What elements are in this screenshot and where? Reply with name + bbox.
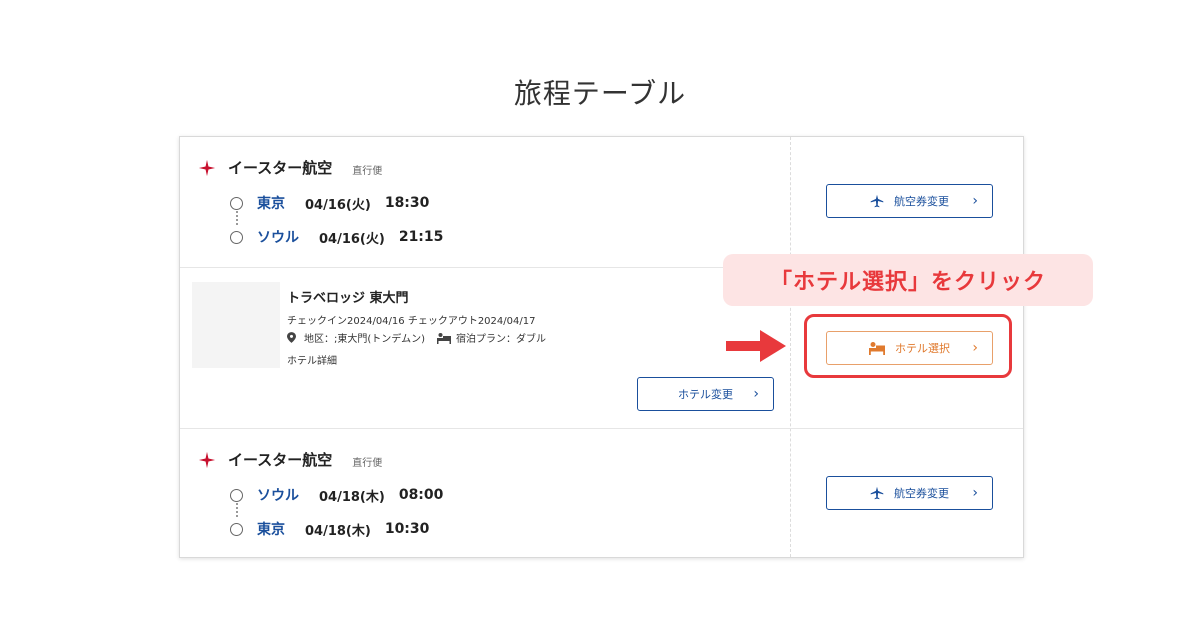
direct-flight-badge: 直行便 [352, 457, 383, 469]
circle-icon [230, 522, 243, 536]
callout-label: 「ホテル選択」をクリック [723, 254, 1093, 306]
hotel-thumbnail [192, 282, 280, 368]
arrival-row: ソウル 04/16(火) 21:15 [230, 227, 443, 247]
arrival-date: 04/18(木) [305, 523, 371, 539]
airline-row: イースター航空 直行便 [198, 157, 382, 178]
hotel-plan: 宿泊プラン：ダブル [455, 334, 546, 345]
direct-flight-badge: 直行便 [352, 165, 383, 177]
arrival-city: 東京 [257, 522, 285, 538]
flight-change-button-outbound[interactable]: 航空券変更 › [826, 184, 993, 218]
hotel-meta: 地区：;東大門(トンデムン) 宿泊プラン：ダブル [287, 330, 546, 345]
flight-section-outbound: イースター航空 直行便 東京 04/16(火) 18:30 ソウル 04/16(… [180, 137, 790, 267]
page-title: 旅程テーブル [513, 77, 687, 110]
arrival-time: 21:15 [398, 229, 444, 245]
circle-icon [230, 488, 243, 502]
departure-time: 18:30 [384, 195, 430, 211]
column-divider [790, 137, 791, 557]
airline-name: イースター航空 [228, 451, 333, 469]
circle-icon [230, 230, 243, 244]
circle-icon [230, 196, 243, 210]
departure-row: 東京 04/16(火) 18:30 [230, 193, 429, 213]
departure-row: ソウル 04/18(木) 08:00 [230, 485, 443, 505]
flight-change-button-return[interactable]: 航空券変更 › [826, 476, 993, 510]
airline-star-icon [198, 159, 216, 176]
departure-date: 04/18(木) [319, 489, 385, 505]
departure-city: ソウル [257, 488, 299, 504]
callout-highlight-box [804, 314, 1012, 378]
hotel-change-label: ホテル変更 [678, 388, 733, 401]
hotel-dates: チェックイン2024/04/16 チェックアウト2024/04/17 [287, 316, 536, 327]
arrival-row: 東京 04/18(木) 10:30 [230, 519, 429, 539]
flight-change-label: 航空券変更 [894, 487, 949, 500]
bed-icon [436, 332, 451, 344]
arrival-city: ソウル [257, 230, 299, 246]
airplane-icon [870, 194, 884, 208]
airline-row: イースター航空 直行便 [198, 449, 382, 470]
route-dots [236, 503, 238, 517]
hotel-area: 地区：;東大門(トンデムン) [304, 334, 425, 345]
airline-star-icon [198, 451, 216, 468]
route-dots [236, 211, 238, 225]
arrow-right-icon [726, 330, 786, 362]
departure-time: 08:00 [398, 487, 444, 503]
location-pin-icon [287, 332, 296, 343]
flight-section-return: イースター航空 直行便 ソウル 04/18(木) 08:00 東京 04/18(… [180, 429, 790, 557]
hotel-name: トラベロッジ 東大門 [287, 291, 409, 306]
hotel-change-button[interactable]: ホテル変更 › [637, 377, 774, 411]
chevron-right-icon: › [972, 193, 978, 209]
chevron-right-icon: › [753, 386, 759, 402]
chevron-right-icon: › [972, 485, 978, 501]
hotel-detail-link[interactable]: ホテル詳細 [287, 352, 337, 367]
departure-city: 東京 [257, 196, 285, 212]
arrival-time: 10:30 [384, 521, 430, 537]
flight-change-label: 航空券変更 [894, 195, 949, 208]
airline-name: イースター航空 [228, 159, 333, 177]
arrival-date: 04/16(火) [319, 231, 385, 247]
airplane-icon [870, 486, 884, 500]
departure-date: 04/16(火) [305, 197, 371, 213]
